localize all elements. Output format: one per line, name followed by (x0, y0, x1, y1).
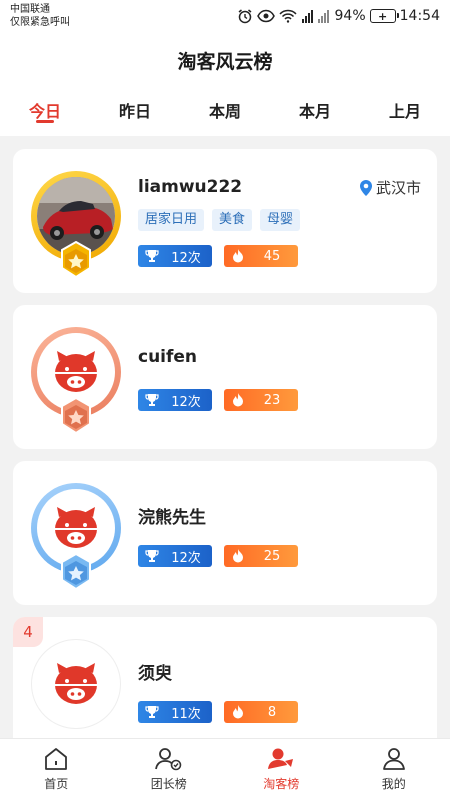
ranking-card[interactable]: 4 须臾 11次 8 (13, 617, 437, 738)
team-leader-icon (154, 748, 182, 771)
category-tag: 母婴 (260, 209, 301, 231)
heat-value: 45 (263, 248, 281, 264)
plain-avatar-ring (31, 639, 121, 729)
heat-value: 25 (263, 548, 281, 564)
flame-icon (233, 249, 243, 263)
count-badge: 11次 (138, 701, 212, 723)
username: liamwu222 (138, 177, 243, 197)
count-value: 12次 (171, 550, 201, 566)
category-tag: 居家日用 (138, 209, 205, 231)
tab-this-week[interactable]: 本周 (180, 88, 270, 136)
period-tabs: 今日 昨日 本周 本月 上月 (0, 88, 450, 136)
avatar-with-medal (31, 327, 121, 435)
trophy-icon (145, 550, 159, 562)
nav-home[interactable]: 首页 (0, 739, 113, 800)
nav-home-label: 首页 (44, 777, 69, 791)
count-value: 11次 (171, 706, 201, 722)
signal-icon (301, 10, 329, 23)
ranking-list: liamwu222 武汉市 居家日用 美食 母婴 12次 45 cuifen 1… (0, 136, 450, 738)
user-stats: 12次 45 (138, 245, 298, 267)
eye-icon (256, 9, 275, 23)
heat-value: 23 (263, 392, 281, 408)
wifi-icon (278, 9, 297, 23)
trophy-icon (145, 394, 159, 406)
tab-this-month[interactable]: 本月 (270, 88, 360, 136)
count-badge: 12次 (138, 545, 212, 567)
tab-yesterday[interactable]: 昨日 (90, 88, 180, 136)
username: 须臾 (138, 664, 172, 684)
username: cuifen (138, 347, 198, 367)
pig-logo-avatar (55, 663, 97, 704)
nav-team-leader-label: 团长榜 (150, 777, 187, 791)
ranking-card[interactable]: 浣熊先生 12次 25 (13, 461, 437, 605)
flame-icon (233, 549, 243, 563)
gold-medal-icon (61, 241, 91, 279)
nav-team-leader-rank[interactable]: 团长榜 (113, 739, 226, 800)
status-indicators: 94% + 14:54 (237, 6, 440, 26)
page-header: 淘客风云榜 (0, 32, 450, 88)
username: 浣熊先生 (138, 508, 206, 528)
bottom-navigation: 首页 团长榜 淘客榜 我的 (0, 738, 450, 800)
bronze-medal-icon (61, 397, 91, 435)
clock-time: 14:54 (399, 8, 440, 24)
heat-badge: 45 (224, 245, 298, 267)
alarm-icon (238, 9, 251, 24)
avatar-with-medal (31, 483, 121, 591)
pig-logo-avatar (55, 507, 97, 548)
avatar-with-medal (31, 171, 121, 279)
count-value: 12次 (171, 394, 201, 410)
nav-profile-label: 我的 (381, 777, 406, 791)
category-tags: 居家日用 美食 母婴 (138, 209, 301, 231)
status-bar: 中国联通 仅限紧急呼叫 94% + 14:54 (0, 0, 450, 32)
heat-badge: 23 (224, 389, 298, 411)
user-stats: 12次 23 (138, 389, 298, 411)
emergency-call-text: 仅限紧急呼叫 (10, 17, 70, 28)
pig-logo-avatar (55, 351, 97, 392)
page-title: 淘客风云榜 (177, 50, 273, 73)
tab-today[interactable]: 今日 (0, 88, 90, 136)
ranking-card[interactable]: cuifen 12次 23 (13, 305, 437, 449)
user-stats: 11次 8 (138, 701, 298, 723)
count-value: 12次 (171, 250, 201, 266)
battery-icon: + (369, 9, 399, 23)
taoke-rank-icon (268, 748, 294, 769)
tab-last-month[interactable]: 上月 (360, 88, 450, 136)
profile-icon (382, 748, 405, 770)
flame-icon (233, 393, 243, 407)
trophy-icon (145, 706, 159, 718)
category-tag: 美食 (212, 209, 253, 231)
nav-taoke-label: 淘客榜 (263, 777, 300, 791)
heat-badge: 25 (224, 545, 298, 567)
avatar[interactable] (37, 645, 115, 723)
silver-medal-icon (61, 553, 91, 591)
count-badge: 12次 (138, 389, 212, 411)
trophy-icon (145, 250, 159, 262)
carrier-info: 中国联通 仅限紧急呼叫 (10, 3, 70, 29)
nav-taoke-rank[interactable]: 淘客榜 (225, 739, 338, 800)
avatar-with-medal (31, 639, 121, 729)
city-name: 武汉市 (375, 179, 421, 197)
location-pin-icon (359, 179, 372, 196)
nav-profile[interactable]: 我的 (338, 739, 450, 800)
home-icon (45, 748, 68, 770)
flame-icon (233, 705, 243, 719)
battery-percent: 94% (334, 8, 366, 24)
heat-value: 8 (267, 704, 277, 720)
ranking-card[interactable]: liamwu222 武汉市 居家日用 美食 母婴 12次 45 (13, 149, 437, 293)
heat-badge: 8 (224, 701, 298, 723)
user-location: 武汉市 (359, 177, 421, 198)
user-stats: 12次 25 (138, 545, 298, 567)
carrier-name: 中国联通 (10, 4, 50, 15)
count-badge: 12次 (138, 245, 212, 267)
